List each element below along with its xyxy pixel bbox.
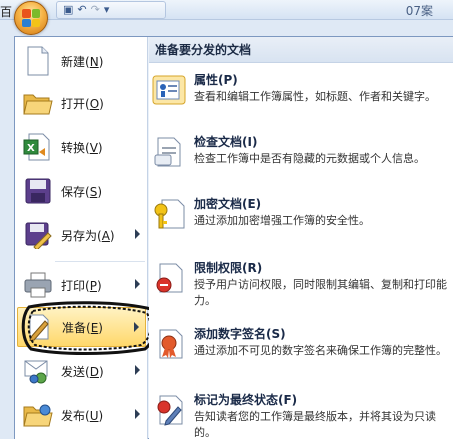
inspect-document-item[interactable]: 检查文档(I) 检查工作簿中是否有隐藏的元数据或个人信息。 [149,133,453,169]
mark-final-icon [152,393,186,427]
properties-item[interactable]: 属性(P) 查看和编辑工作簿属性，如标题、作者和关键字。 [149,71,453,107]
excel-window: 百 ▣ ↶ ↷ ▾ 07案 新建(N) 打开(O) X 转换(V) 保存(S) … [0,0,453,439]
prepare-submenu: 准备要分发的文档 属性(P) 查看和编辑工作簿属性，如标题、作者和关键字。 检查… [149,37,453,439]
convert-excel-icon: X [21,130,55,164]
separator [55,261,145,262]
print-command[interactable]: 打印(P) [17,265,146,305]
send-mail-icon [21,354,55,388]
undo-icon[interactable]: ↶ [77,2,86,18]
window-title: 07案 [405,4,433,18]
title-bar: 百 ▣ ↶ ↷ ▾ 07案 [0,0,453,20]
submenu-header: 准备要分发的文档 [149,37,453,63]
save-icon[interactable]: ▣ [63,2,73,18]
command-list: 新建(N) 打开(O) X 转换(V) 保存(S) 另存为(A) 打印(P) 准… [15,37,148,439]
convert-command[interactable]: X 转换(V) [17,127,146,167]
publish-command[interactable]: 发布(U) [17,395,146,435]
open-folder-icon [21,86,55,120]
svg-text:X: X [27,143,35,154]
open-command[interactable]: 打开(O) [17,83,146,123]
publish-folder-icon [21,398,55,432]
mark-final-item[interactable]: 标记为最终状态(F) 告知读者您的工作簿是最终版本，并将其设为只读的。 [149,391,453,439]
prepare-command[interactable]: 准备(E) [17,307,146,347]
new-document-icon [21,44,55,78]
customize-dropdown-icon[interactable]: ▾ [104,2,110,18]
office-button[interactable] [14,1,48,35]
properties-icon [152,73,186,107]
office-menu: 新建(N) 打开(O) X 转换(V) 保存(S) 另存为(A) 打印(P) 准… [14,36,453,439]
prepare-pen-icon [22,310,56,344]
quick-access-toolbar: ▣ ↶ ↷ ▾ [56,1,166,19]
restrict-permission-icon [152,261,186,295]
save-as-command[interactable]: 另存为(A) [17,215,146,255]
redo-icon[interactable]: ↷ [91,2,100,18]
submenu-arrow-icon [134,322,139,332]
inspect-document-icon [152,135,186,169]
save-command[interactable]: 保存(S) [17,171,146,211]
encrypt-key-icon [152,197,186,231]
digital-signature-icon [152,327,186,361]
save-as-icon [21,218,55,252]
office-logo-icon [22,9,40,27]
send-command[interactable]: 发送(D) [17,351,146,391]
digital-signature-item[interactable]: 添加数字签名(S) 通过添加不可见的数字签名来确保工作簿的完整性。 [149,325,453,361]
new-command[interactable]: 新建(N) [17,41,146,81]
submenu-arrow-icon [135,409,140,419]
encrypt-document-item[interactable]: 加密文档(E) 通过添加加密增强工作簿的安全性。 [149,195,453,231]
submenu-arrow-icon [135,279,140,289]
submenu-arrow-icon [135,365,140,375]
submenu-arrow-icon [135,229,140,239]
background-text: 百 [0,5,13,19]
save-disk-icon [21,174,55,208]
printer-icon [21,268,55,302]
restrict-permission-item[interactable]: 限制权限(R) 授予用户访问权限，同时限制其编辑、复制和打印能力。 [149,259,453,309]
